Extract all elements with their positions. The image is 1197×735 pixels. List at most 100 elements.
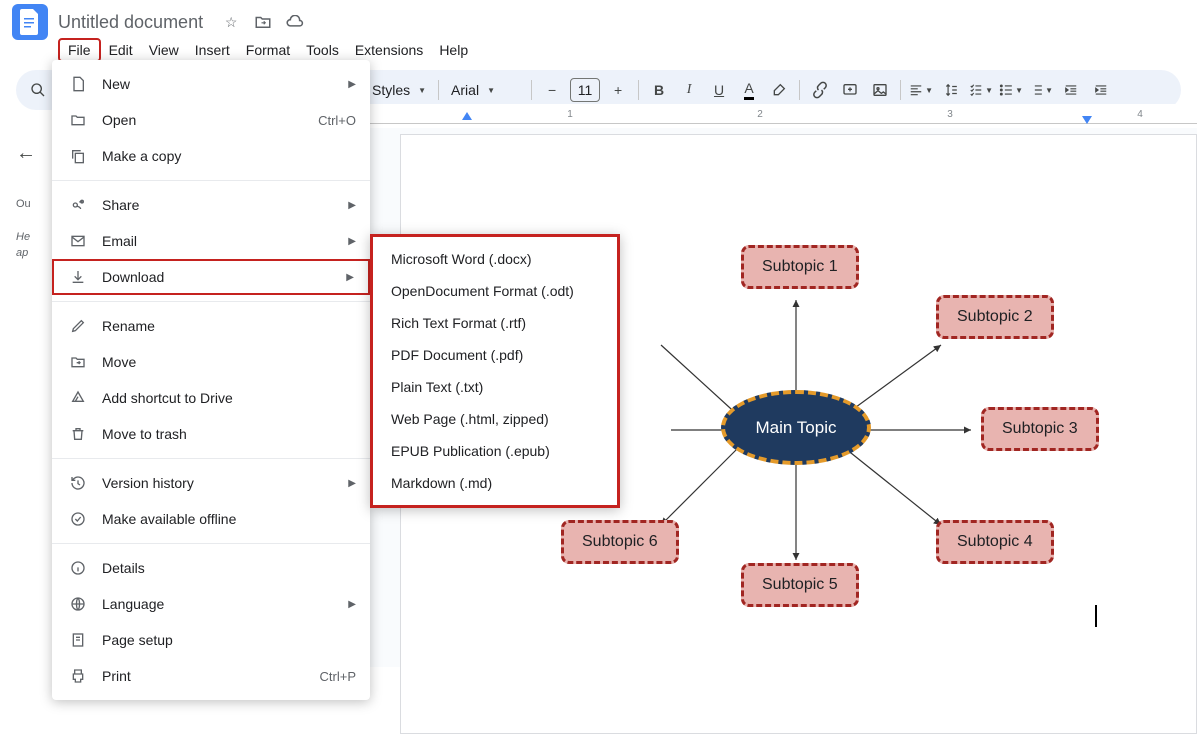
label: Language — [102, 596, 164, 612]
bold-button[interactable]: B — [645, 76, 673, 104]
mindmap-node-2[interactable]: Subtopic 2 — [936, 295, 1054, 339]
align-button[interactable]: ▼ — [907, 76, 935, 104]
file-open[interactable]: Open Ctrl+O — [52, 102, 370, 138]
file-download-highlight: Download ▶ — [52, 259, 370, 295]
add-comment-button[interactable] — [836, 76, 864, 104]
doc-title[interactable]: Untitled document — [58, 12, 203, 33]
back-arrow-icon[interactable]: ← — [16, 142, 52, 165]
download-odt[interactable]: OpenDocument Format (.odt) — [373, 275, 617, 307]
download-icon — [68, 267, 88, 287]
lp1: Ou — [16, 197, 52, 212]
file-rename[interactable]: Rename — [52, 308, 370, 344]
file-new[interactable]: New ▶ — [52, 66, 370, 102]
text-color-button[interactable]: A — [735, 76, 763, 104]
header: Untitled document ☆ — [0, 0, 1197, 36]
underline-button[interactable]: U — [705, 76, 733, 104]
chevron-down-icon: ▼ — [418, 86, 426, 95]
insert-link-button[interactable] — [806, 76, 834, 104]
insert-image-button[interactable] — [866, 76, 894, 104]
checklist-button[interactable]: ▼ — [967, 76, 995, 104]
download-md[interactable]: Markdown (.md) — [373, 467, 617, 499]
label: Rename — [102, 318, 155, 334]
ruler-tick: 3 — [947, 109, 953, 120]
menu-view[interactable]: View — [141, 38, 187, 62]
menu-tools[interactable]: Tools — [298, 38, 347, 62]
star-icon[interactable]: ☆ — [221, 12, 241, 32]
history-icon — [68, 473, 88, 493]
move-folder-icon[interactable] — [253, 12, 273, 32]
file-add-shortcut[interactable]: Add shortcut to Drive — [52, 380, 370, 416]
file-share[interactable]: Share ▶ — [52, 187, 370, 223]
mindmap-node-4[interactable]: Subtopic 4 — [936, 520, 1054, 564]
first-line-indent-marker[interactable] — [462, 112, 472, 120]
right-indent-marker[interactable] — [1082, 116, 1092, 124]
file-email[interactable]: Email ▶ — [52, 223, 370, 259]
line-spacing-button[interactable] — [937, 76, 965, 104]
file-version-history[interactable]: Version history ▶ — [52, 465, 370, 501]
mindmap-center[interactable]: Main Topic — [721, 390, 871, 465]
pencil-icon — [68, 316, 88, 336]
file-download[interactable]: Download ▶ — [54, 261, 368, 293]
file-make-available-offline[interactable]: Make available offline — [52, 501, 370, 537]
italic-button[interactable]: I — [675, 76, 703, 104]
label: Open — [102, 112, 136, 128]
menu-file[interactable]: File — [58, 38, 101, 62]
chevron-down-icon: ▼ — [1015, 86, 1023, 95]
file-print[interactable]: Print Ctrl+P — [52, 658, 370, 694]
ruler-tick: 2 — [757, 109, 763, 120]
download-html[interactable]: Web Page (.html, zipped) — [373, 403, 617, 435]
print-icon — [68, 666, 88, 686]
styles-select[interactable]: Styles▼ — [366, 76, 432, 104]
file-icon — [68, 74, 88, 94]
menu-format[interactable]: Format — [238, 38, 298, 62]
mindmap-node-3[interactable]: Subtopic 3 — [981, 407, 1099, 451]
move-icon — [68, 352, 88, 372]
file-move[interactable]: Move — [52, 344, 370, 380]
file-move-to-trash[interactable]: Move to trash — [52, 416, 370, 452]
file-page-setup[interactable]: Page setup — [52, 622, 370, 658]
mindmap-node-6[interactable]: Subtopic 6 — [561, 520, 679, 564]
file-language[interactable]: Language ▶ — [52, 586, 370, 622]
font-size-input[interactable]: 11 — [570, 78, 600, 102]
highlight-button[interactable] — [765, 76, 793, 104]
font-label: Arial — [451, 82, 479, 98]
submenu-arrow-icon: ▶ — [348, 478, 356, 489]
bulleted-list-button[interactable]: ▼ — [997, 76, 1025, 104]
label: Add shortcut to Drive — [102, 390, 233, 406]
text-cursor — [1095, 605, 1097, 627]
menu-extensions[interactable]: Extensions — [347, 38, 431, 62]
menu-help[interactable]: Help — [431, 38, 476, 62]
divider — [52, 180, 370, 181]
increase-font-button[interactable]: + — [604, 76, 632, 104]
outline-fragment: Ou He ap — [16, 197, 52, 261]
file-details[interactable]: Details — [52, 550, 370, 586]
label: Share — [102, 197, 139, 213]
share-icon — [68, 195, 88, 215]
separator — [900, 80, 901, 100]
menu-insert[interactable]: Insert — [187, 38, 238, 62]
mindmap-node-5[interactable]: Subtopic 5 — [741, 563, 859, 607]
chevron-down-icon: ▼ — [925, 86, 933, 95]
menu-edit[interactable]: Edit — [101, 38, 141, 62]
decrease-font-button[interactable]: − — [538, 76, 566, 104]
download-docx[interactable]: Microsoft Word (.docx) — [373, 243, 617, 275]
email-icon — [68, 231, 88, 251]
increase-indent-button[interactable] — [1087, 76, 1115, 104]
download-epub[interactable]: EPUB Publication (.epub) — [373, 435, 617, 467]
folder-icon — [68, 110, 88, 130]
download-pdf[interactable]: PDF Document (.pdf) — [373, 339, 617, 371]
label: Print — [102, 668, 131, 684]
font-select[interactable]: Arial▼ — [445, 76, 525, 104]
search-icon[interactable] — [24, 76, 52, 104]
submenu-arrow-icon: ▶ — [348, 599, 356, 610]
decrease-indent-button[interactable] — [1057, 76, 1085, 104]
download-rtf[interactable]: Rich Text Format (.rtf) — [373, 307, 617, 339]
download-txt[interactable]: Plain Text (.txt) — [373, 371, 617, 403]
lp2: He — [16, 231, 30, 243]
file-make-copy[interactable]: Make a copy — [52, 138, 370, 174]
mindmap-node-1[interactable]: Subtopic 1 — [741, 245, 859, 289]
numbered-list-button[interactable]: ▼ — [1027, 76, 1055, 104]
docs-logo[interactable] — [12, 4, 48, 40]
cloud-icon[interactable] — [285, 12, 305, 32]
ruler: 1 2 3 4 — [370, 104, 1197, 128]
